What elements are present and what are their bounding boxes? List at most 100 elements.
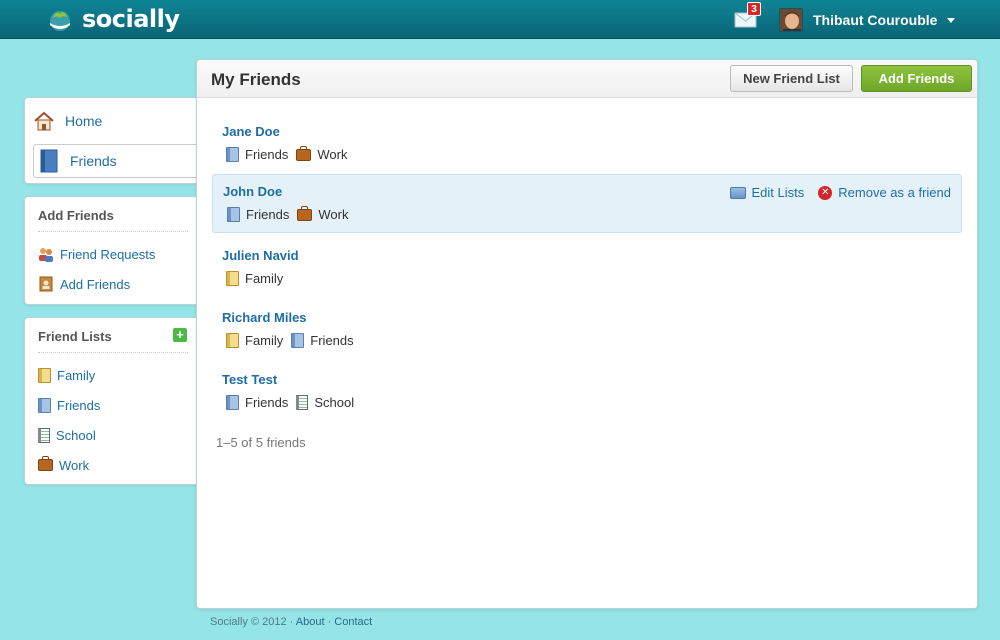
sidebar-item-friends-list[interactable]: Friends: [38, 396, 100, 414]
friends-panel: My Friends New Friend List Add Friends J…: [196, 59, 978, 609]
sidebar-item-family[interactable]: Family: [38, 366, 95, 384]
folder-icon: [729, 186, 746, 199]
tag-label: School: [314, 395, 355, 410]
logo[interactable]: socially: [46, 4, 180, 34]
tag-label: Friends: [245, 147, 289, 162]
friend-name-link[interactable]: Julien Navid: [222, 248, 299, 263]
tag-label: Friends: [246, 207, 290, 222]
panel-header: My Friends New Friend List Add Friends: [197, 60, 977, 98]
friend-count: 1–5 of 5 friends: [216, 435, 306, 450]
home-icon: [34, 111, 54, 131]
friend-row: Richard Miles Family Friends: [212, 301, 962, 360]
friends-list-icon: [227, 207, 240, 222]
sidebar-item-add-friends[interactable]: Add Friends: [38, 275, 130, 293]
add-list-button[interactable]: +: [173, 328, 187, 342]
section-title: Friend Lists: [38, 329, 112, 344]
family-list-icon: [226, 271, 239, 286]
sidebar-item-label: Friend Requests: [60, 246, 156, 262]
sidebar-item-friends[interactable]: Friends: [33, 144, 207, 178]
copyright: Socially © 2012: [210, 616, 287, 628]
top-bar: socially 3 Thibaut Courouble: [0, 0, 1000, 39]
address-book-icon: [40, 149, 58, 173]
sidebar-item-label: Add Friends: [60, 276, 131, 292]
separator: ·: [286, 616, 296, 628]
friend-tags: Friends Work: [226, 145, 355, 162]
people-icon: [39, 248, 53, 262]
sidebar-item-home[interactable]: Home: [33, 104, 193, 138]
friend-name-link[interactable]: Test Test: [222, 372, 277, 387]
edit-lists-link[interactable]: Edit Lists: [729, 185, 805, 200]
friend-tags: Friends Work: [227, 205, 356, 222]
tag-label: Friends: [245, 395, 289, 410]
tag-label: Work: [317, 147, 348, 162]
sidebar-item-label: Friends: [57, 397, 101, 413]
friend-lists-section: Friend Lists + Family Friends School Wor…: [24, 317, 197, 485]
tag-label: Friends: [310, 333, 354, 348]
add-friends-section: Add Friends Friend Requests Add Friends: [24, 196, 197, 305]
friends-list-icon: [226, 395, 239, 410]
sidebar-item-school[interactable]: School: [38, 426, 96, 444]
user-name: Thibaut Courouble: [813, 12, 938, 28]
tag-friends: Friends: [291, 333, 354, 348]
friend-tags: Family: [226, 271, 291, 286]
remove-icon: ✕: [818, 185, 833, 200]
tag-label: Family: [245, 333, 284, 348]
work-list-icon: [296, 145, 312, 161]
sidebar-item-friend-requests[interactable]: Friend Requests: [38, 245, 155, 263]
friend-row: Jane Doe Friends Work: [212, 115, 962, 174]
action-label: Edit Lists: [751, 185, 805, 200]
friend-row-selected: John Doe Friends Work Edit Lists ✕ Remove…: [212, 174, 962, 233]
sidebar-item-label: Home: [65, 113, 103, 129]
tag-family: Family: [226, 271, 283, 286]
sidebar-item-label: Family: [57, 367, 96, 383]
sidebar-item-work[interactable]: Work: [38, 456, 89, 474]
about-link[interactable]: About: [296, 616, 325, 628]
school-list-icon: [38, 427, 50, 443]
friend-name-link[interactable]: John Doe: [223, 184, 282, 199]
friend-row: Julien Navid Family: [212, 239, 962, 298]
family-list-icon: [226, 333, 239, 348]
avatar: [779, 8, 803, 32]
tag-school: School: [296, 395, 354, 410]
friends-list-icon: [291, 333, 305, 348]
family-list-icon: [38, 367, 51, 383]
tag-label: Work: [318, 207, 349, 222]
action-label: Remove as a friend: [838, 185, 951, 200]
divider: [38, 352, 188, 353]
sidebar-nav: Home Friends: [24, 97, 207, 184]
friend-row: Test Test Friends School: [212, 363, 962, 422]
friends-list-icon: [226, 147, 239, 162]
separator: ·: [324, 616, 335, 628]
school-list-icon: [296, 395, 309, 410]
new-friend-list-button[interactable]: New Friend List: [730, 65, 853, 92]
friend-actions: Edit Lists ✕ Remove as a friend: [716, 185, 951, 200]
messages-button[interactable]: 3: [734, 2, 761, 30]
friend-name-link[interactable]: Richard Miles: [222, 310, 307, 325]
page-title: My Friends: [211, 70, 301, 89]
friend-tags: Family Friends: [226, 333, 362, 348]
friends-list-icon: [38, 397, 51, 413]
footer: Socially © 2012 · About · Contact: [210, 616, 372, 628]
friend-name-link[interactable]: Jane Doe: [222, 124, 280, 139]
address-book-icon: [39, 276, 53, 292]
contact-link[interactable]: Contact: [334, 616, 372, 628]
sidebar-item-label: Work: [59, 457, 90, 473]
work-list-icon: [297, 205, 313, 221]
tag-label: Family: [245, 271, 284, 286]
tag-friends: Friends: [227, 207, 289, 222]
tag-work: Work: [297, 205, 349, 222]
tag-work: Work: [296, 145, 348, 162]
sidebar-item-label: School: [56, 427, 96, 443]
section-title: Add Friends: [38, 208, 114, 223]
tag-family: Family: [226, 333, 283, 348]
friend-tags: Friends School: [226, 395, 362, 410]
chevron-down-icon: [947, 17, 956, 23]
user-menu[interactable]: Thibaut Courouble: [779, 7, 956, 33]
work-list-icon: [38, 456, 53, 471]
add-friends-button[interactable]: Add Friends: [861, 65, 972, 92]
logo-icon: [46, 5, 74, 33]
tag-friends: Friends: [226, 395, 288, 410]
remove-friend-link[interactable]: ✕ Remove as a friend: [818, 185, 951, 200]
app-name: socially: [82, 5, 180, 33]
divider: [38, 231, 188, 232]
